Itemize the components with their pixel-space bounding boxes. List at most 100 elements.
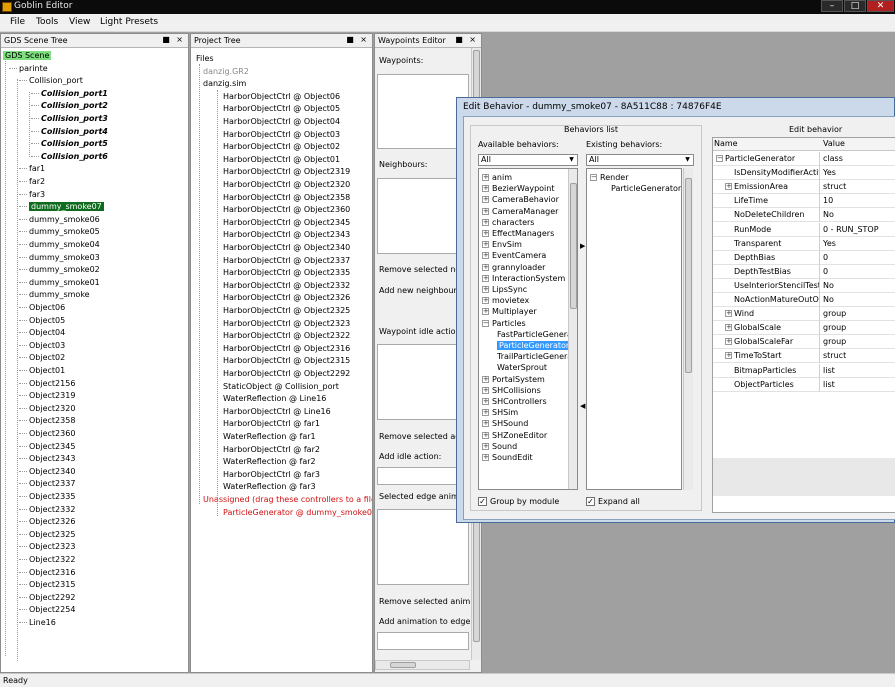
existing-vscroll-thumb[interactable] xyxy=(685,178,692,373)
gds-tree-item[interactable]: far2 xyxy=(29,176,45,187)
available-behavior-item[interactable]: LipsSync xyxy=(492,284,527,295)
available-behavior-item[interactable]: Particles xyxy=(492,318,526,329)
project-tree-item[interactable]: HarborObjectCtrl @ Object2320 xyxy=(223,179,350,190)
available-behavior-item[interactable]: EventCamera xyxy=(492,250,546,261)
menu-tools[interactable]: Tools xyxy=(36,17,58,27)
expand-plus-icon[interactable]: + xyxy=(482,431,489,439)
property-value[interactable]: group xyxy=(821,307,895,321)
gds-tree-item[interactable]: Object2345 xyxy=(29,441,75,452)
expand-plus-icon[interactable]: + xyxy=(725,183,732,191)
expand-plus-icon[interactable]: + xyxy=(482,375,489,383)
expand-plus-icon[interactable]: + xyxy=(482,442,489,450)
project-tree-item[interactable]: HarborObjectCtrl @ Object2340 xyxy=(223,242,350,253)
col-value-header[interactable]: Value xyxy=(823,139,845,148)
project-tree-item[interactable]: HarborObjectCtrl @ far2 xyxy=(223,444,320,455)
project-tree-item[interactable]: HarborObjectCtrl @ Object2345 xyxy=(223,217,350,228)
gds-tree-item[interactable]: Collision_port2 xyxy=(41,100,108,111)
available-behavior-item[interactable]: Sound xyxy=(492,441,517,452)
existing-vscroll[interactable] xyxy=(683,168,693,490)
project-tree-item[interactable]: HarborObjectCtrl @ Object04 xyxy=(223,116,340,127)
property-row[interactable]: NoActionMatureOutOfFruNo xyxy=(713,293,895,307)
available-behavior-item[interactable]: PortalSystem xyxy=(492,374,545,385)
gds-tree-item[interactable]: Object2323 xyxy=(29,541,75,552)
expand-plus-icon[interactable]: + xyxy=(482,386,489,394)
property-value[interactable]: Yes xyxy=(821,237,895,251)
collapse-minus-icon[interactable]: − xyxy=(716,155,723,162)
available-behavior-item[interactable]: InteractionSystem xyxy=(492,273,565,284)
col-name-header[interactable]: Name xyxy=(714,139,738,148)
project-tree-item[interactable]: HarborObjectCtrl @ Object2323 xyxy=(223,318,350,329)
property-row[interactable]: TimeToStart struct + xyxy=(713,349,895,364)
gds-tree-item[interactable]: Object2325 xyxy=(29,529,75,540)
menu-light-presets[interactable]: Light Presets xyxy=(100,17,158,27)
property-value[interactable]: 0 xyxy=(821,251,895,265)
property-value[interactable]: 0 - RUN_STOP xyxy=(821,223,895,237)
property-row[interactable]: ParticleGenerator class − xyxy=(713,152,895,166)
group-by-module-checkbox[interactable]: ✓ xyxy=(478,497,487,506)
remove-anim-button[interactable]: Remove selected anim: xyxy=(379,597,473,606)
property-row[interactable]: EmissionArea struct + xyxy=(713,180,895,195)
property-row[interactable]: GlobalScaleFar group + xyxy=(713,335,895,350)
gds-tree-item[interactable]: Object2335 xyxy=(29,491,75,502)
project-tree-item[interactable]: HarborObjectCtrl @ Object2316 xyxy=(223,343,350,354)
gds-tree-item[interactable]: Object2340 xyxy=(29,466,75,477)
gds-tree-item[interactable]: far3 xyxy=(29,189,45,200)
expand-plus-icon[interactable]: + xyxy=(482,196,489,204)
property-value[interactable]: struct xyxy=(821,349,895,363)
gds-tree-item[interactable]: GDS Scene xyxy=(3,50,52,61)
available-behavior-item[interactable]: anim xyxy=(492,172,512,183)
expand-plus-icon[interactable]: + xyxy=(725,352,732,360)
project-tree-item[interactable]: HarborObjectCtrl @ far3 xyxy=(223,469,320,480)
gds-tree-item[interactable]: Collision_port5 xyxy=(41,138,108,149)
expand-plus-icon[interactable]: + xyxy=(482,241,489,249)
waypoints-hscroll[interactable] xyxy=(375,660,470,670)
gds-tree-item[interactable]: Object2343 xyxy=(29,453,75,464)
expand-plus-icon[interactable]: + xyxy=(482,207,489,215)
gds-tree-item[interactable]: Collision_port xyxy=(29,75,83,86)
project-tree-item[interactable]: WaterReflection @ far3 xyxy=(223,481,316,492)
maximize-button[interactable]: □ xyxy=(844,0,866,12)
available-vscroll[interactable] xyxy=(568,169,577,489)
project-tree-item[interactable]: HarborObjectCtrl @ Object2335 xyxy=(223,267,350,278)
collapse-minus-icon[interactable]: − xyxy=(590,174,597,181)
gds-tree-item[interactable]: Object2316 xyxy=(29,567,75,578)
available-behavior-item[interactable]: movietex xyxy=(492,295,529,306)
gds-tree-item[interactable]: Object05 xyxy=(29,315,65,326)
gds-tree-item[interactable]: Object2337 xyxy=(29,478,75,489)
available-behavior-item[interactable]: SHSound xyxy=(492,418,528,429)
available-behavior-item[interactable]: SHZoneEditor xyxy=(492,430,547,441)
gds-tree-item[interactable]: Collision_port3 xyxy=(41,113,108,124)
available-behavior-item[interactable]: EffectManagers xyxy=(492,228,554,239)
close-button[interactable]: ✕ xyxy=(867,0,894,12)
property-row[interactable]: BitmapParticles list xyxy=(713,363,895,378)
available-behavior-item[interactable]: SHCollisions xyxy=(492,385,541,396)
expand-plus-icon[interactable]: + xyxy=(482,308,489,316)
gds-tree-item[interactable]: Object03 xyxy=(29,340,65,351)
gds-tree-item[interactable]: Object2156 xyxy=(29,378,75,389)
project-tree-item[interactable]: HarborObjectCtrl @ Object2326 xyxy=(223,292,350,303)
property-row[interactable]: IsDensityModifierActive Yes xyxy=(713,166,895,181)
expand-plus-icon[interactable]: + xyxy=(482,252,489,260)
expand-plus-icon[interactable]: + xyxy=(482,185,489,193)
minimize-button[interactable]: – xyxy=(821,0,843,12)
menu-view[interactable]: View xyxy=(69,17,90,27)
gds-tree-item[interactable]: Collision_port1 xyxy=(41,88,108,99)
project-tree-item[interactable]: HarborObjectCtrl @ Object01 xyxy=(223,154,340,165)
gds-tree-item[interactable]: dummy_smoke02 xyxy=(29,264,100,275)
project-tree-item[interactable]: danzig.sim xyxy=(203,78,246,89)
property-row[interactable]: ObjectParticles list xyxy=(713,377,895,392)
property-row[interactable]: Wind group + xyxy=(713,307,895,322)
gds-tree-item[interactable]: Object2315 xyxy=(29,579,75,590)
gds-tree-item[interactable]: dummy_smoke06 xyxy=(29,214,100,225)
existing-behavior-item[interactable]: Render xyxy=(600,172,628,183)
property-value[interactable]: list xyxy=(821,378,895,392)
gds-tree-item[interactable]: Object2358 xyxy=(29,415,75,426)
waypoints-panel-pin-close-icon[interactable]: ■ × xyxy=(455,35,478,44)
gds-panel-pin-close-icon[interactable]: ■ × xyxy=(162,35,185,44)
gds-tree-item[interactable]: Object2319 xyxy=(29,390,75,401)
property-row[interactable]: GlobalScale group + xyxy=(713,321,895,336)
project-tree-item[interactable]: WaterReflection @ far1 xyxy=(223,431,316,442)
project-tree-item[interactable]: HarborObjectCtrl @ Object03 xyxy=(223,129,340,140)
property-row[interactable]: LifeTime 10 xyxy=(713,194,895,209)
gds-tree-item[interactable]: dummy_smoke01 xyxy=(29,277,100,288)
